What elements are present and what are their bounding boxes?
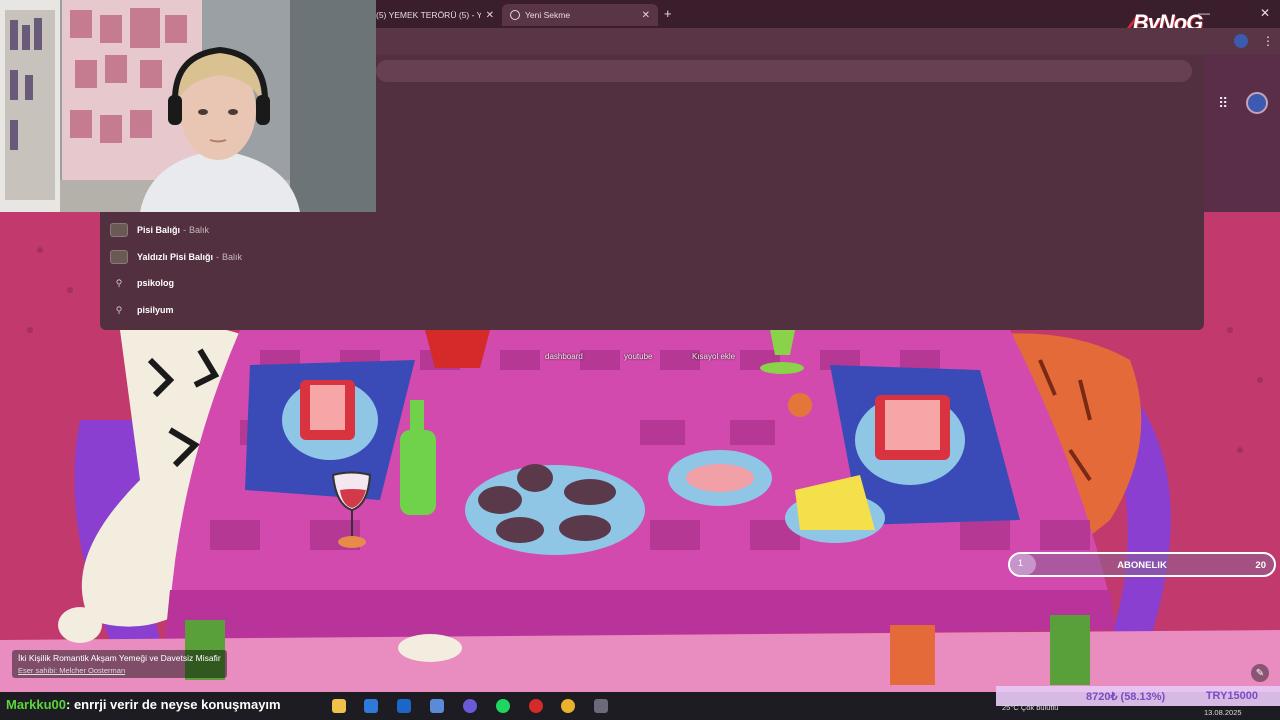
art-author[interactable]: Eser sahibi: Melcher Oosterman [18,666,221,675]
obs-icon[interactable] [529,699,543,713]
account-avatar[interactable] [1246,92,1268,114]
suggestion-subtitle: Balık [222,252,243,262]
tab-youtube[interactable]: (5) YEMEK TERÖRÜ (5) - YouT ✕ [368,4,502,26]
shortcut-youtube[interactable]: youtube [624,352,652,361]
fish-thumbnail-icon [110,250,128,264]
donation-amount: 8720₺ (58.13%) [1086,691,1166,703]
donation-goal: TRY15000 [1205,690,1258,702]
browser-menu-icon[interactable]: ⋮ [1262,34,1274,48]
suggestion-title: pisilyum [137,305,174,315]
suggestion-separator: - [216,252,220,262]
close-window-button[interactable]: ✕ [1260,6,1270,20]
chat-separator: : [65,697,74,712]
search-icon: ⚲ [115,304,123,315]
weather-widget[interactable]: 25°C Çok bulutlu [1002,703,1058,712]
suggestion-title: Yaldızlı Pisi Balığı [137,252,214,262]
discord-icon[interactable] [463,699,477,713]
omnibox-input[interactable] [376,60,1192,82]
omnibox-suggestion[interactable]: ⚲ psikolog [110,273,174,293]
profile-avatar-icon[interactable] [1234,34,1248,48]
outlook-icon[interactable] [397,699,411,713]
subscription-goal-bar: 1 ABONELIK 20 [1008,552,1276,577]
taskbar-date: 13.08.2025 [1204,708,1242,717]
omnibox-suggestion[interactable]: Pisi Balığı - Balık [110,220,209,240]
customize-pencil-icon[interactable]: ✎ [1251,664,1269,682]
omnibox-suggestion[interactable]: ⚲ pisilyum [110,300,174,320]
omnibox-suggestion[interactable]: Yaldızlı Pisi Balığı - Balık [110,247,242,267]
suggestion-title: psikolog [137,278,175,288]
spotify-icon[interactable] [496,699,510,713]
art-credit[interactable]: İki Kişilik Romantik Akşam Yemeği ve Dav… [12,650,227,678]
app-icon[interactable] [594,699,608,713]
suggestion-separator: - [183,225,187,235]
suggestion-title: Pisi Balığı [137,225,181,235]
tab-close-icon[interactable]: ✕ [642,10,650,21]
subscription-goal: 20 [1255,560,1266,571]
new-tab-button[interactable]: + [664,6,672,21]
chat-overlay-message: Markku00: enrrji verir de neyse konuşmay… [6,697,281,712]
chat-username: Markku00 [6,697,66,712]
art-title[interactable]: İki Kişilik Romantik Akşam Yemeği ve Dav… [18,653,221,663]
settings-gear-icon[interactable] [430,699,444,713]
chat-text: enrrji verir de neyse konuşmayım [73,697,281,712]
tab-new-tab[interactable]: Yeni Sekme ✕ [502,4,658,26]
google-apps-icon[interactable]: ⠿ [1218,95,1228,112]
webcam-feed [0,0,376,212]
file-explorer-icon[interactable] [332,699,346,713]
tab-label: Yeni Sekme [525,10,571,20]
store-icon[interactable] [364,699,378,713]
suggestion-subtitle: Balık [189,225,210,235]
shortcut-add[interactable]: Kısayol ekle [692,352,735,361]
webcam-image [0,0,376,212]
tab-close-icon[interactable]: ✕ [486,10,494,21]
subscription-label: ABONELIK [1117,560,1167,571]
chrome-icon[interactable] [561,699,575,713]
search-icon: ⚲ [115,277,123,288]
shortcut-dashboard[interactable]: dashboard [545,352,583,361]
tab-label: (5) YEMEK TERÖRÜ (5) - YouT [376,10,481,20]
chrome-favicon-icon [510,10,520,20]
fish-thumbnail-icon [110,223,128,237]
